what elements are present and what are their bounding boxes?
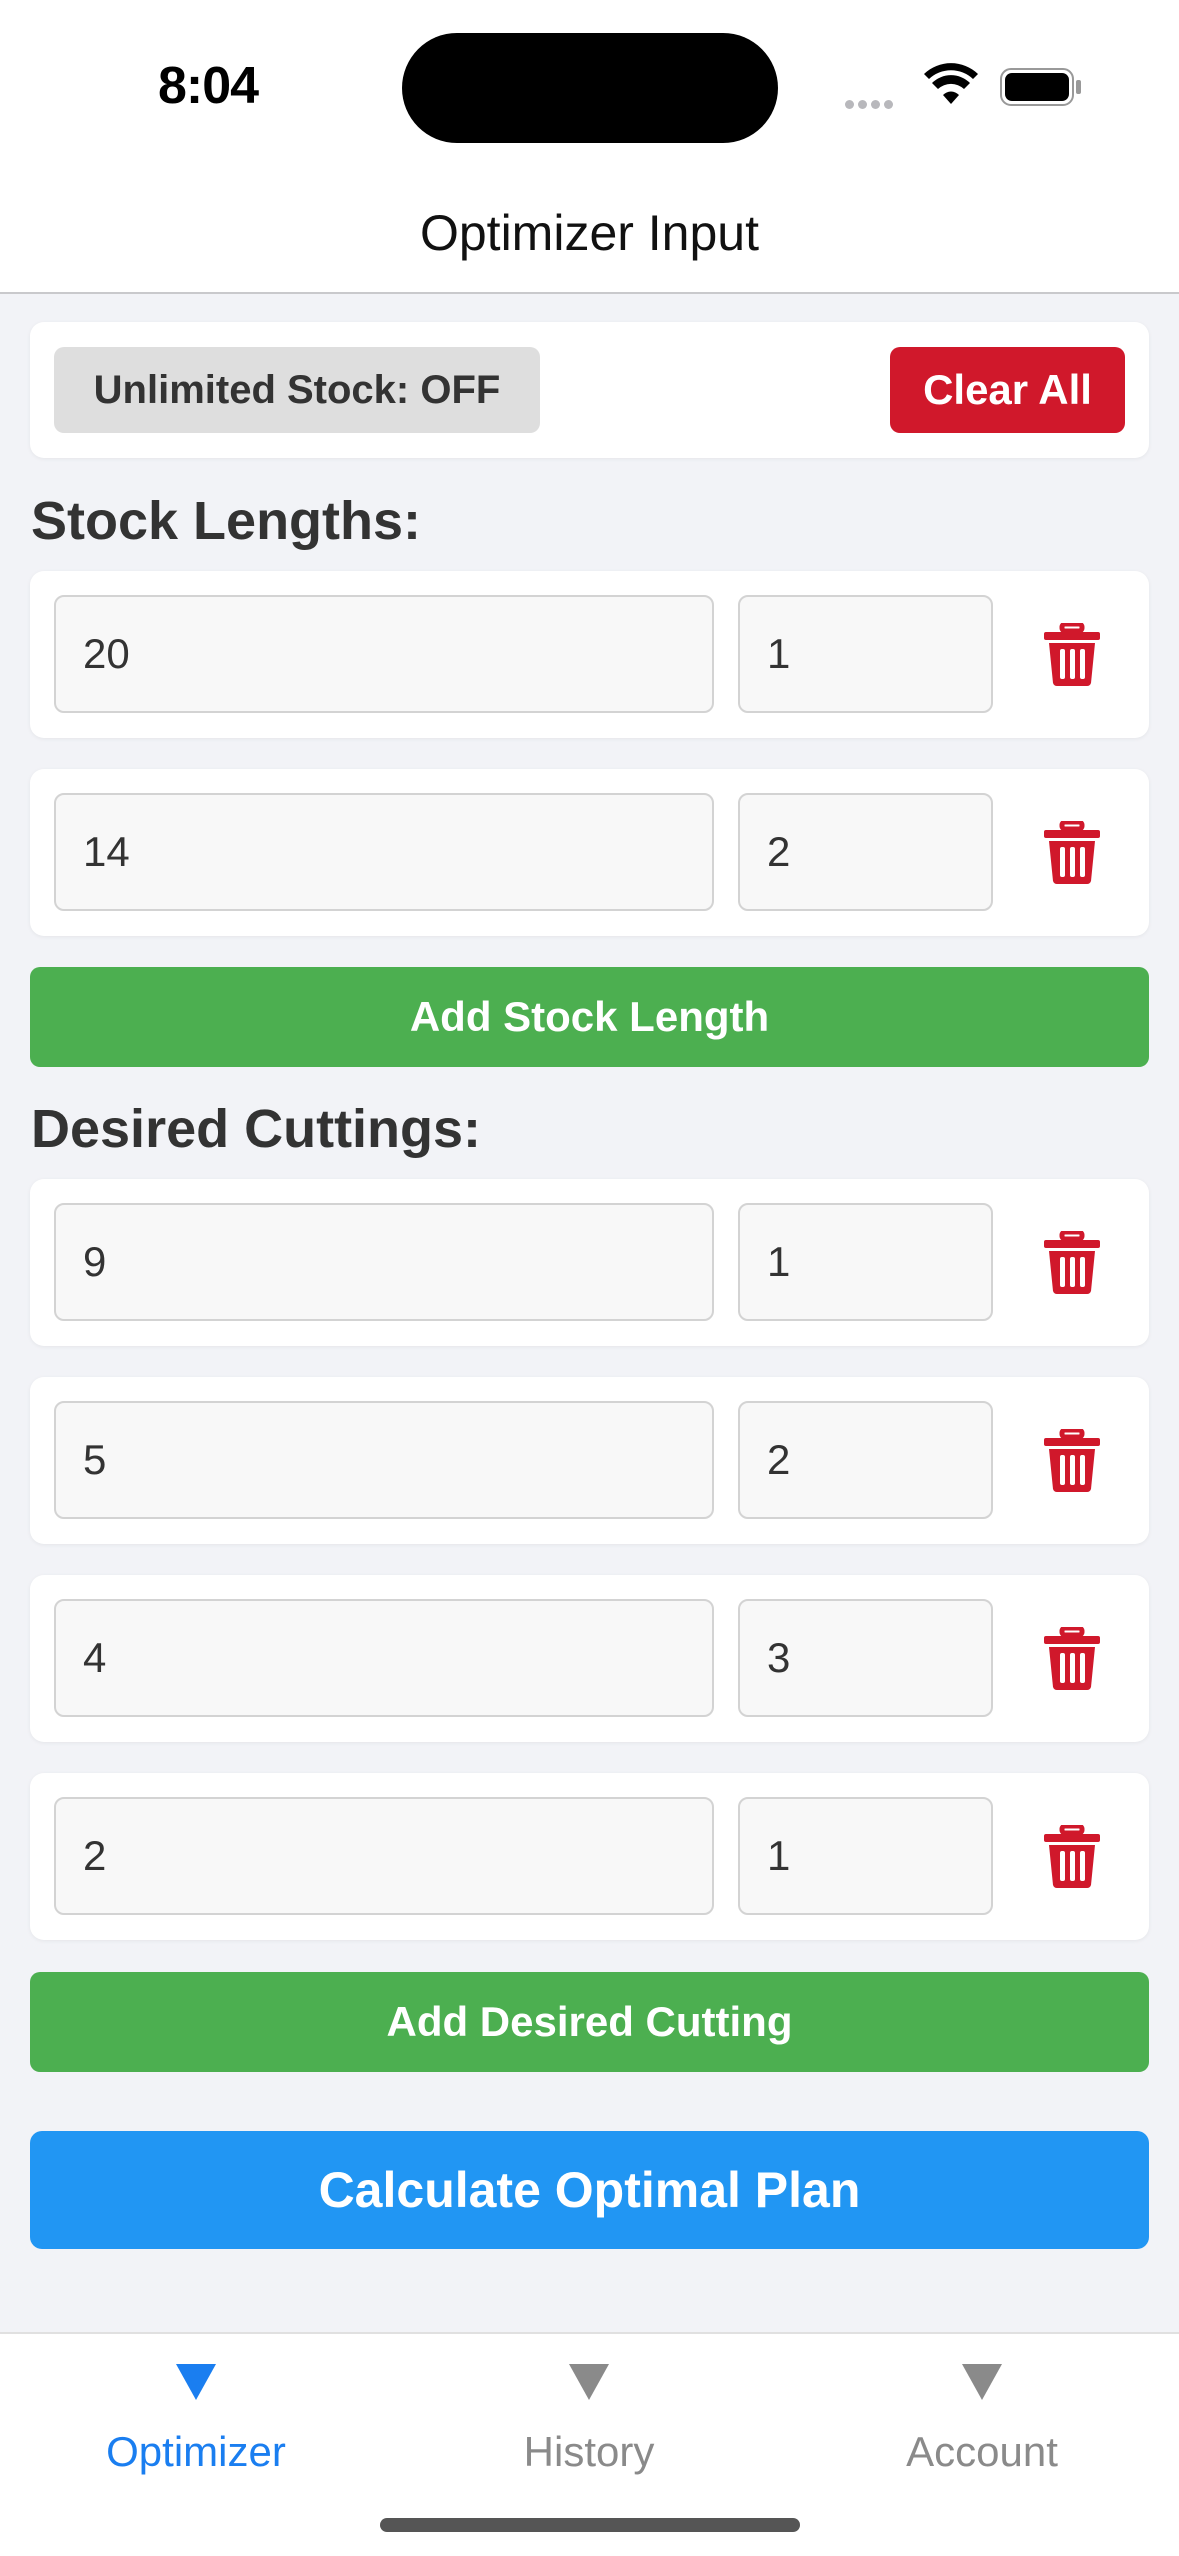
triangle-down-icon [176,2364,216,2400]
tab-optimizer[interactable]: Optimizer [46,2364,346,2476]
cutting-row: 2 1 [30,1773,1149,1940]
controls-card: Unlimited Stock: OFF Clear All [30,322,1149,458]
tab-account[interactable]: Account [832,2364,1132,2476]
status-bar: 8:04 [0,0,1179,180]
triangle-down-icon [962,2364,1002,2400]
trash-icon[interactable] [1042,1429,1102,1493]
cutting-length-input[interactable]: 9 [54,1203,714,1321]
stock-length-input[interactable]: 20 [54,595,714,713]
dynamic-island [402,33,778,143]
nav-header: Optimizer Input [0,180,1179,294]
cutting-row: 9 1 [30,1179,1149,1346]
battery-icon [1000,68,1081,106]
clear-all-button[interactable]: Clear All [890,347,1125,433]
cutting-quantity-input[interactable]: 1 [738,1203,993,1321]
stock-row: 14 2 [30,769,1149,936]
cutting-length-input[interactable]: 5 [54,1401,714,1519]
trash-icon[interactable] [1042,1231,1102,1295]
cutting-quantity-input[interactable]: 2 [738,1401,993,1519]
triangle-down-icon [569,2364,609,2400]
trash-icon[interactable] [1042,623,1102,687]
stock-lengths-title: Stock Lengths: [31,491,422,551]
cellular-signal-icon [845,96,897,114]
cutting-quantity-input[interactable]: 3 [738,1599,993,1717]
add-desired-cutting-button[interactable]: Add Desired Cutting [30,1972,1149,2072]
cutting-length-input[interactable]: 2 [54,1797,714,1915]
home-indicator [380,2518,800,2532]
stock-length-input[interactable]: 14 [54,793,714,911]
cutting-row: 4 3 [30,1575,1149,1742]
stock-row: 20 1 [30,571,1149,738]
cutting-length-input[interactable]: 4 [54,1599,714,1717]
tab-label: History [523,2428,655,2475]
add-stock-length-button[interactable]: Add Stock Length [30,967,1149,1067]
tab-history[interactable]: History [439,2364,739,2476]
unlimited-stock-toggle[interactable]: Unlimited Stock: OFF [54,347,540,433]
trash-icon[interactable] [1042,1627,1102,1691]
wifi-icon [924,63,978,104]
trash-icon[interactable] [1042,821,1102,885]
cutting-quantity-input[interactable]: 1 [738,1797,993,1915]
calculate-optimal-plan-button[interactable]: Calculate Optimal Plan [30,2131,1149,2249]
status-time: 8:04 [158,57,259,115]
tab-label: Optimizer [106,2428,286,2475]
page-title: Optimizer Input [419,205,759,261]
tab-label: Account [906,2428,1058,2475]
desired-cuttings-title: Desired Cuttings: [31,1099,482,1159]
stock-quantity-input[interactable]: 2 [738,793,993,911]
stock-quantity-input[interactable]: 1 [738,595,993,713]
trash-icon[interactable] [1042,1825,1102,1889]
cutting-row: 5 2 [30,1377,1149,1544]
